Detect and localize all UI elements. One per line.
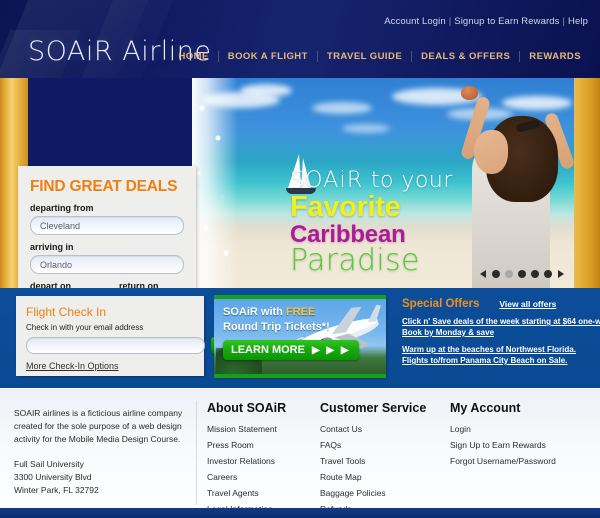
promo-inner: SOAiR with FREE Round Trip Tickets*! LEA… <box>214 299 386 374</box>
offer-link-2[interactable]: Book by Monday & save <box>402 328 594 337</box>
account-login-link[interactable]: Account Login <box>384 16 446 27</box>
hero-image: SOAiR to your Favorite Caribbean Paradis… <box>192 78 574 288</box>
date-row: depart on 03/11/11 return on 04/11/11 <box>18 281 196 288</box>
main-navigation: HOME BOOK A FLIGHT TRAVEL GUIDE DEALS & … <box>169 51 590 62</box>
hero-headline: SOAiR to your Favorite Caribbean Paradis… <box>290 170 453 276</box>
footer-link-forgot-username-password[interactable]: Forgot Username/Password <box>450 456 556 466</box>
carousel-dot-3[interactable] <box>518 270 526 278</box>
link-separator: | <box>448 16 452 27</box>
promo-line-1: SOAiR with FREE <box>223 306 315 318</box>
footer-column-customer-service: Customer Service Contact Us FAQs Travel … <box>320 401 426 518</box>
check-in-email-input[interactable] <box>26 337 205 354</box>
footer-address-line-1: Full Sail University <box>14 458 84 469</box>
learn-more-arrows-icon: ▶ ▶ ▶ <box>311 344 351 356</box>
check-in-form-row: CHECK IN <box>16 336 258 356</box>
hero-line-1-rest: to your <box>363 168 453 193</box>
footer-address-line-3: Winter Park, FL 32792 <box>14 484 99 495</box>
nav-item-rewards[interactable]: REWARDS <box>520 51 590 62</box>
hero-line-1: SOAiR to your <box>290 170 453 192</box>
nav-item-travel-guide[interactable]: TRAVEL GUIDE <box>318 51 411 62</box>
carousel-dot-4[interactable] <box>531 270 539 278</box>
check-in-subtitle: Check in with your email address <box>26 323 144 332</box>
offer-link-1[interactable]: Click n' Save deals of the week starting… <box>402 317 600 326</box>
depart-on-group: depart on 03/11/11 <box>18 281 107 288</box>
footer-divider <box>196 401 197 505</box>
footer-heading-customer-service: Customer Service <box>320 401 427 415</box>
return-on-group: return on 04/11/11 <box>107 281 196 288</box>
hero-band: SOAiR to your Favorite Caribbean Paradis… <box>0 78 600 288</box>
page-root: Account Login | Signup to Earn Rewards | Hel… <box>0 0 600 518</box>
footer-heading-about: About SOAiR <box>207 401 287 415</box>
departing-from-input[interactable]: Cleveland <box>30 216 184 235</box>
cloud-decoration <box>502 96 572 110</box>
cloud-decoration <box>240 84 292 97</box>
return-on-label: return on <box>119 281 159 288</box>
footer-link-contact-us[interactable]: Contact Us <box>320 424 426 434</box>
footer-link-investor-relations[interactable]: Investor Relations <box>207 456 286 466</box>
footer-about-block: SOAIR airlines is a ficticious airline c… <box>14 407 192 497</box>
nav-item-deals-offers[interactable]: DEALS & OFFERS <box>412 51 519 62</box>
cloud-decoration <box>312 102 372 114</box>
hero-carousel-controls <box>480 270 564 278</box>
search-panel-title: FIND GREAT DEALS <box>30 178 178 195</box>
footer-link-press-room[interactable]: Press Room <box>207 440 286 450</box>
nav-item-home[interactable]: HOME <box>169 51 217 62</box>
carousel-dot-1[interactable] <box>492 270 500 278</box>
special-offers-title: Special Offers <box>402 298 480 310</box>
arriving-in-label: arriving in <box>30 242 74 252</box>
carousel-dot-2-active[interactable] <box>505 270 513 278</box>
special-offers-section: Special Offers View all offers Click n' … <box>402 298 600 365</box>
promo-line-1-text: SOAiR with <box>223 306 286 318</box>
carousel-prev-arrow-icon[interactable] <box>480 270 486 278</box>
nav-item-book-a-flight[interactable]: BOOK A FLIGHT <box>219 51 317 62</box>
footer-about-text: SOAIR airlines is a ficticious airline c… <box>14 408 183 445</box>
free-round-trip-promo[interactable]: SOAiR with FREE Round Trip Tickets*! LEA… <box>214 295 386 378</box>
departing-from-label: departing from <box>30 203 94 213</box>
footer-link-login[interactable]: Login <box>450 424 556 434</box>
offer-link-3[interactable]: Warm up at the beaches of Northwest Flor… <box>402 345 594 354</box>
special-offers-header: Special Offers View all offers <box>402 298 594 310</box>
flight-search-panel: FIND GREAT DEALS departing from Clevelan… <box>18 166 196 288</box>
site-footer: SOAIR airlines is a ficticious airline c… <box>0 388 600 518</box>
footer-link-baggage-policies[interactable]: Baggage Policies <box>320 488 426 498</box>
footer-link-mission-statement[interactable]: Mission Statement <box>207 424 286 434</box>
learn-more-button[interactable]: LEARN MORE ▶ ▶ ▶ <box>223 340 359 360</box>
water-spray-decoration <box>192 78 238 288</box>
footer-link-route-map[interactable]: Route Map <box>320 472 426 482</box>
hero-line-4: Paradise <box>290 243 420 278</box>
promo-row: Flight Check In Check in with your email… <box>0 288 600 388</box>
depart-on-label: depart on <box>30 281 72 288</box>
promo-line-2: Round Trip Tickets*! <box>223 321 330 333</box>
learn-more-label: LEARN MORE <box>231 344 305 356</box>
footer-link-travel-agents[interactable]: Travel Agents <box>207 488 286 498</box>
carousel-dot-5[interactable] <box>544 270 552 278</box>
more-check-in-options-link[interactable]: More Check-In Options <box>16 354 119 371</box>
footer-heading-my-account: My Account <box>450 401 521 415</box>
footer-link-travel-tools[interactable]: Travel Tools <box>320 456 426 466</box>
footer-link-faqs[interactable]: FAQs <box>320 440 426 450</box>
footer-column-about: About SOAiR Mission Statement Press Room… <box>207 401 286 518</box>
footer-link-sign-up-rewards[interactable]: Sign Up to Earn Rewards <box>450 440 556 450</box>
help-link[interactable]: Help <box>568 16 588 27</box>
footer-address-line-2: 3300 University Blvd <box>14 471 92 482</box>
arriving-in-input[interactable]: Orlando <box>30 255 184 274</box>
utility-links: Account Login | Signup to Earn Rewards | Hel… <box>384 16 588 27</box>
offer-link-4[interactable]: Flights to/from Panama City Beach on Sal… <box>402 356 594 365</box>
site-header: Account Login | Signup to Earn Rewards | Hel… <box>0 0 600 78</box>
woman-face <box>474 130 508 174</box>
seashell-icon <box>461 86 478 100</box>
hero-line-2: Favorite <box>290 191 401 223</box>
signup-rewards-link[interactable]: Signup to Earn Rewards <box>454 16 559 27</box>
cloud-decoration <box>342 124 390 133</box>
footer-bottom-bar <box>0 508 600 518</box>
footer-column-my-account: My Account Login Sign Up to Earn Rewards… <box>450 401 556 472</box>
view-all-offers-link[interactable]: View all offers <box>499 299 556 309</box>
footer-link-careers[interactable]: Careers <box>207 472 286 482</box>
flight-check-in-panel: Flight Check In Check in with your email… <box>16 296 258 376</box>
promo-free-word: FREE <box>285 306 316 318</box>
link-separator: | <box>562 16 566 27</box>
check-in-title: Flight Check In <box>26 305 107 319</box>
carousel-next-arrow-icon[interactable] <box>558 270 564 278</box>
hero-brand-word: SOAiR <box>290 168 364 193</box>
